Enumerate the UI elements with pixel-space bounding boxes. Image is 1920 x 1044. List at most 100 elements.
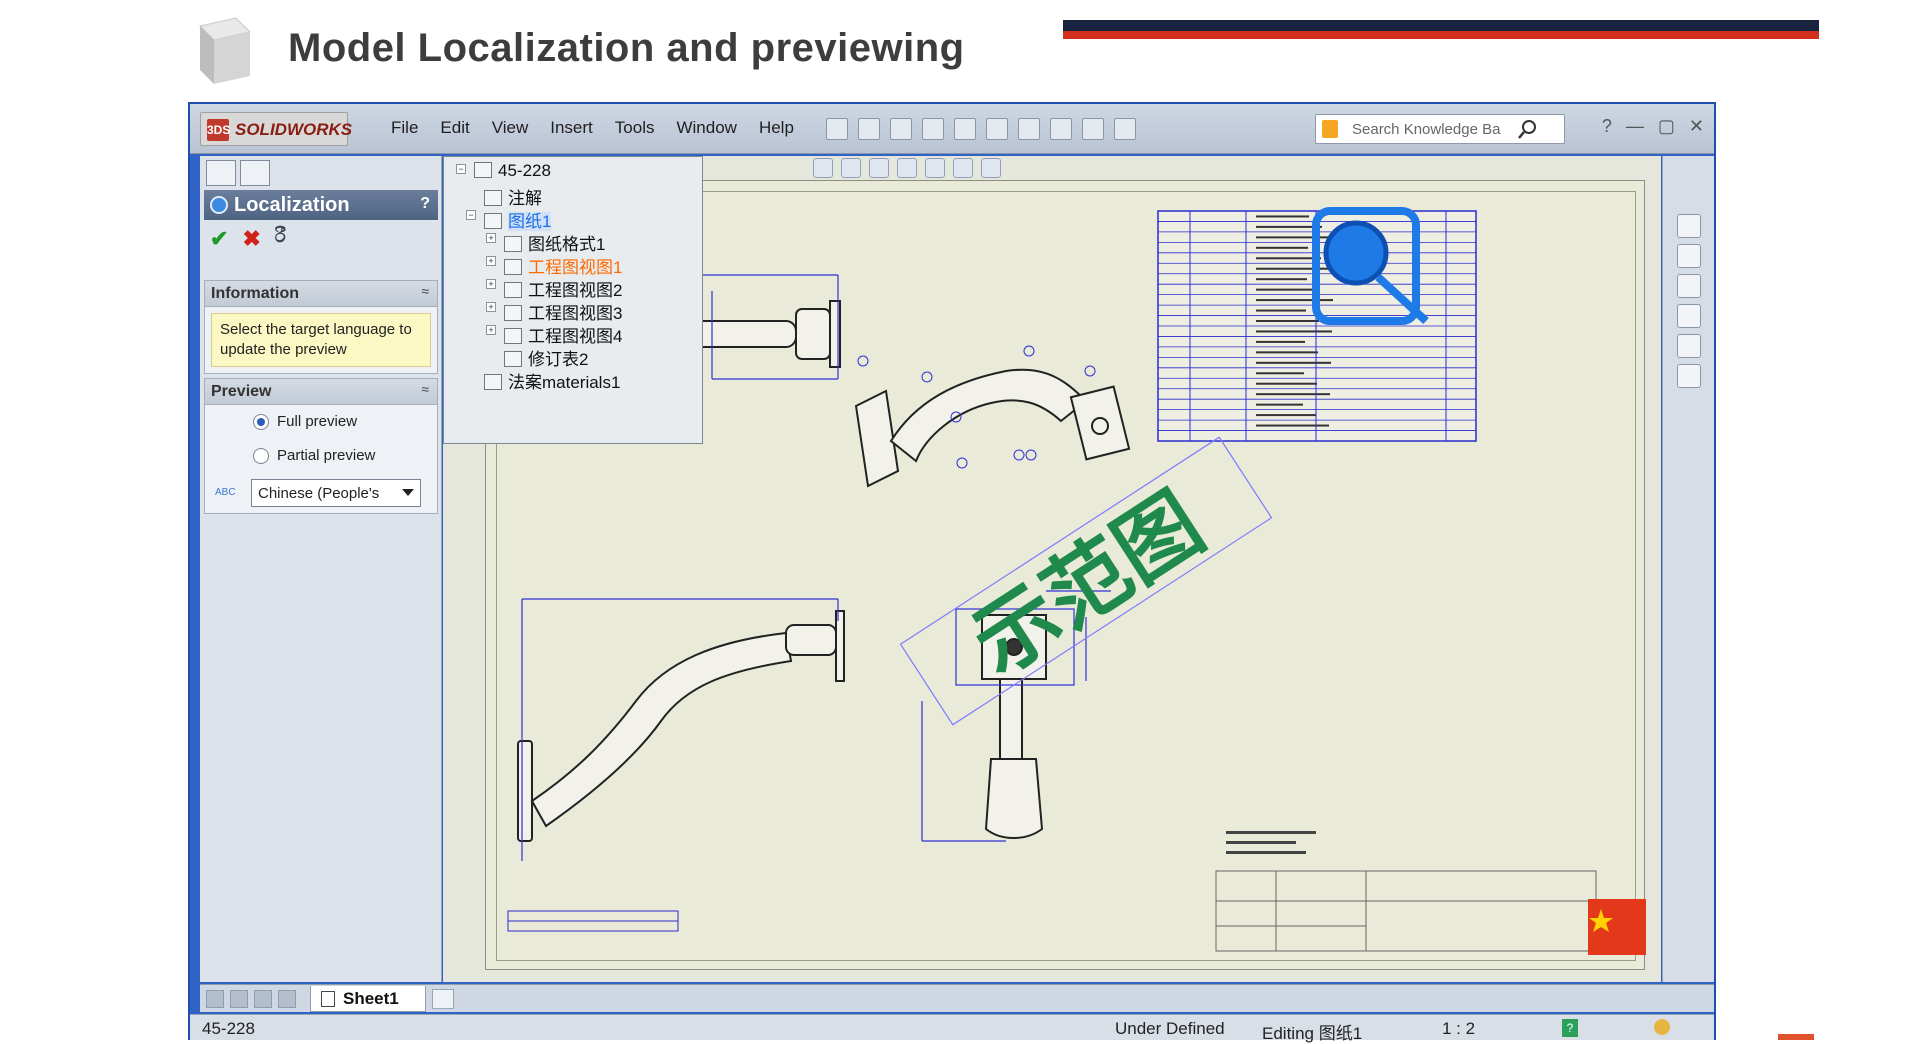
- rebuild-icon[interactable]: [1050, 118, 1072, 140]
- save-icon[interactable]: [922, 118, 944, 140]
- partial-preview-radio[interactable]: [253, 448, 269, 464]
- feature-manager-tab-icon[interactable]: [206, 160, 236, 186]
- preview-group-header[interactable]: Preview ≈: [205, 379, 437, 405]
- custom-properties-icon[interactable]: [1677, 364, 1701, 388]
- expand-toggle-icon[interactable]: +: [486, 279, 496, 289]
- status-bar: 45-228 Under Defined Editing 图纸1 1 : 2 ?: [190, 1014, 1714, 1043]
- home-icon[interactable]: [1677, 214, 1701, 238]
- select-icon[interactable]: [1018, 118, 1040, 140]
- appearances-icon[interactable]: [1677, 334, 1701, 358]
- chevron-down-icon[interactable]: [402, 489, 414, 496]
- logo-text: SOLIDWORKS: [235, 120, 353, 139]
- tree-item-label: 工程图视图3: [528, 304, 623, 323]
- tree-root[interactable]: − 45-228: [456, 161, 551, 181]
- help-button[interactable]: ?: [420, 195, 430, 213]
- bom-row-text: [1256, 372, 1304, 375]
- zoom-to-fit-icon[interactable]: [813, 158, 833, 178]
- add-sheet-icon[interactable]: [432, 989, 454, 1009]
- information-message: Select the target language to update the…: [211, 313, 431, 367]
- ok-button[interactable]: ✔: [210, 226, 228, 252]
- menu-help[interactable]: Help: [748, 118, 805, 138]
- sheet-tab-bar: Sheet1: [200, 984, 1714, 1012]
- first-sheet-icon[interactable]: [206, 990, 224, 1008]
- tree-item-sheet1[interactable]: − 图纸1: [466, 207, 552, 232]
- close-icon[interactable]: ✕: [1689, 116, 1704, 137]
- tree-item-view4[interactable]: + 工程图视图4: [486, 322, 622, 347]
- zoom-area-icon[interactable]: [841, 158, 861, 178]
- tree-item-sheet-format[interactable]: + 图纸格式1: [486, 230, 605, 255]
- localization-title: Localization: [234, 194, 350, 216]
- menu-tools[interactable]: Tools: [604, 118, 666, 138]
- previous-sheet-icon[interactable]: [230, 990, 248, 1008]
- bom-row-text: [1256, 320, 1319, 322]
- tree-item-revision-table[interactable]: 修订表2: [504, 345, 588, 370]
- drawing-view-icon: [504, 328, 522, 344]
- menu-window[interactable]: Window: [665, 118, 747, 138]
- book-icon: [1322, 120, 1338, 138]
- pin-icon[interactable]: [826, 118, 848, 140]
- help-icon[interactable]: ?: [1602, 116, 1612, 137]
- maximize-icon[interactable]: ▢: [1658, 116, 1675, 137]
- design-library-icon[interactable]: [1677, 244, 1701, 268]
- expand-toggle-icon[interactable]: +: [486, 302, 496, 312]
- tree-item-view2[interactable]: + 工程图视图2: [486, 276, 622, 301]
- print-icon[interactable]: [954, 118, 976, 140]
- collapse-toggle-icon[interactable]: −: [456, 164, 466, 174]
- menu-view[interactable]: View: [481, 118, 540, 138]
- partial-preview-option[interactable]: Partial preview: [205, 439, 437, 473]
- tree-item-view1[interactable]: + 工程图视图1: [486, 253, 622, 278]
- tree-item-view3[interactable]: + 工程图视图3: [486, 299, 623, 324]
- expand-toggle-icon[interactable]: +: [486, 256, 496, 266]
- localization-icon: [210, 196, 228, 214]
- tree-item-annotations[interactable]: 注解: [484, 184, 542, 209]
- search-input[interactable]: Search Knowledge Ba: [1352, 121, 1500, 138]
- expand-toggle-icon[interactable]: +: [486, 233, 496, 243]
- rebuild-icon[interactable]: [897, 158, 917, 178]
- file-explorer-icon[interactable]: [1677, 274, 1701, 298]
- open-icon[interactable]: [890, 118, 912, 140]
- detailed-preview-button[interactable]: රී: [275, 226, 286, 252]
- collapse-icon[interactable]: ≈: [421, 381, 429, 397]
- collapse-toggle-icon[interactable]: −: [466, 210, 476, 220]
- display-style-icon[interactable]: [925, 158, 945, 178]
- options-icon[interactable]: [1114, 118, 1136, 140]
- sheet-tab[interactable]: Sheet1: [310, 986, 426, 1012]
- file-properties-icon[interactable]: [1082, 118, 1104, 140]
- menu-insert[interactable]: Insert: [539, 118, 604, 138]
- preview-label: Preview: [211, 383, 272, 400]
- knowledge-search[interactable]: Search Knowledge Ba: [1315, 114, 1565, 144]
- expand-toggle-icon[interactable]: +: [486, 325, 496, 335]
- collapse-icon[interactable]: ≈: [421, 283, 429, 299]
- menu-bar: File Edit View Insert Tools Window Help: [380, 118, 805, 138]
- status-scale[interactable]: 1 : 2: [1442, 1019, 1475, 1039]
- full-preview-option[interactable]: Full preview: [205, 405, 437, 439]
- search-icon[interactable]: [1518, 119, 1538, 139]
- information-group-header[interactable]: Information ≈: [205, 281, 437, 307]
- status-help-icon[interactable]: ?: [1562, 1019, 1578, 1037]
- previous-view-icon[interactable]: [869, 158, 889, 178]
- full-preview-radio[interactable]: [253, 414, 269, 430]
- tree-item-materials[interactable]: 法案materials1: [484, 368, 620, 393]
- property-manager-tab-icon[interactable]: [240, 160, 270, 186]
- bom-row-text: [1256, 299, 1333, 302]
- minimize-icon[interactable]: —: [1626, 116, 1644, 137]
- cancel-button[interactable]: ✖: [242, 226, 260, 252]
- next-sheet-icon[interactable]: [254, 990, 272, 1008]
- view-palette-icon[interactable]: [1677, 304, 1701, 328]
- china-flag-icon: [1588, 899, 1646, 955]
- bom-row-text: [1256, 414, 1316, 417]
- bom-row-text: [1256, 330, 1332, 333]
- solidworks-logo[interactable]: 3DS SOLIDWORKS: [200, 112, 352, 146]
- appearance-icon[interactable]: [981, 158, 1001, 178]
- menu-edit[interactable]: Edit: [429, 118, 480, 138]
- undo-icon[interactable]: [986, 118, 1008, 140]
- status-pin-icon[interactable]: [1654, 1019, 1670, 1035]
- last-sheet-icon[interactable]: [278, 990, 296, 1008]
- menu-file[interactable]: File: [380, 118, 429, 138]
- solidworks-window: 3DS SOLIDWORKS File Edit View Insert Too…: [188, 102, 1716, 1043]
- feature-tree-flyout: − 45-228 注解 − 图纸1 + 图纸格式1 + 工程图视图1 + 工程图…: [443, 156, 703, 444]
- new-document-icon[interactable]: [858, 118, 880, 140]
- hide-show-icon[interactable]: [953, 158, 973, 178]
- language-select[interactable]: Chinese (People's: [251, 479, 421, 507]
- title-bar: 3DS SOLIDWORKS File Edit View Insert Too…: [190, 104, 1714, 154]
